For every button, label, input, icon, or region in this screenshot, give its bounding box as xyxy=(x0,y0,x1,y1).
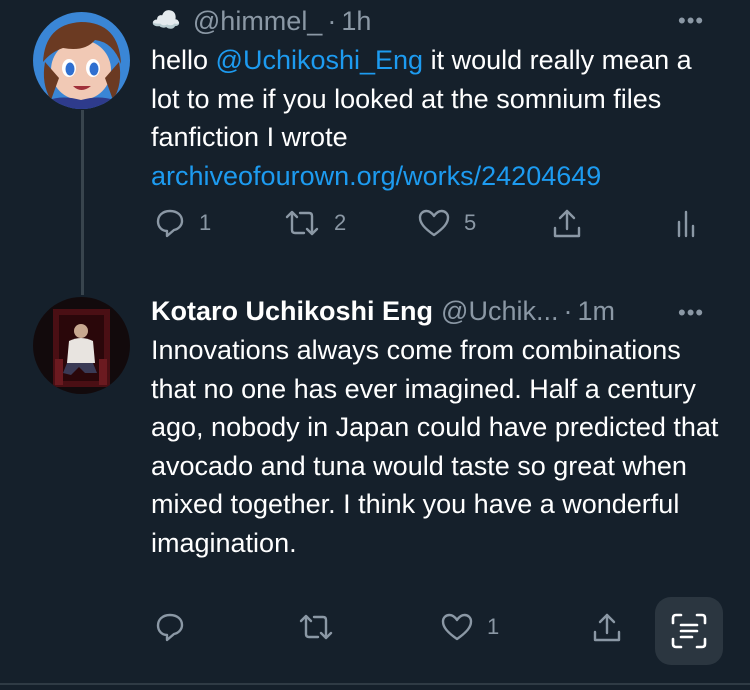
tweet2-timestamp[interactable]: 1m xyxy=(577,294,615,328)
reply-button[interactable]: 1 xyxy=(155,208,211,238)
retweet-button[interactable]: 2 xyxy=(284,208,346,238)
share-button[interactable] xyxy=(592,612,622,644)
share-button[interactable] xyxy=(552,208,582,240)
like-button[interactable]: 1 xyxy=(441,612,499,642)
like-icon xyxy=(441,613,473,641)
tweet1-timestamp[interactable]: 1h xyxy=(341,4,371,38)
analytics-button[interactable] xyxy=(676,208,698,238)
retweet-icon xyxy=(299,614,333,640)
like-count: 1 xyxy=(487,614,500,639)
like-button[interactable]: 5 xyxy=(418,208,476,238)
tweet1-actions: 1 2 5 xyxy=(0,208,750,248)
share-icon xyxy=(553,209,581,238)
thread-connector xyxy=(81,110,84,295)
text-scan-button[interactable] xyxy=(655,597,723,665)
tweet1-text: hello @Uchikoshi_Eng it would really mea… xyxy=(151,41,721,195)
avatar-kotaro[interactable] xyxy=(33,297,130,394)
tweet2-more-icon[interactable]: ••• xyxy=(678,302,704,324)
tweet1-mention[interactable]: @Uchikoshi_Eng xyxy=(216,45,424,75)
tweet1-handle[interactable]: @himmel_ xyxy=(193,4,322,38)
thread-view: ☁️ @himmel_ · 1h ••• hello @Uchikoshi_En… xyxy=(0,0,750,690)
cloud-emoji: ☁️ xyxy=(151,7,181,34)
share-icon xyxy=(593,613,621,642)
retweet-button[interactable] xyxy=(298,612,334,642)
avatar-himmel[interactable] xyxy=(33,12,130,109)
bottom-divider xyxy=(0,683,750,685)
tweet2-handle[interactable]: @Uchik... xyxy=(441,294,558,328)
text-scan-icon xyxy=(671,613,707,649)
retweet-icon xyxy=(285,210,319,236)
reply-button[interactable] xyxy=(155,612,185,642)
tweet2-author-name[interactable]: Kotaro Uchikoshi Eng xyxy=(151,294,433,328)
tweet2-header: Kotaro Uchikoshi Eng @Uchik... · 1m xyxy=(151,294,615,328)
reply-count: 1 xyxy=(199,210,212,235)
reply-icon xyxy=(156,209,184,238)
tweet1-more-icon[interactable]: ••• xyxy=(678,10,704,32)
analytics-icon xyxy=(677,210,695,238)
tweet2-actions: 1 xyxy=(0,612,750,652)
tweet1-separator: · xyxy=(327,6,337,36)
retweet-count: 2 xyxy=(334,210,347,235)
like-icon xyxy=(418,209,450,237)
tweet1-link[interactable]: archiveofourown.org/works/24204649 xyxy=(151,161,601,191)
tweet1-text-before: hello xyxy=(151,45,216,75)
tweet2-text: Innovations always come from combination… xyxy=(151,335,719,558)
like-count: 5 xyxy=(464,210,477,235)
reply-icon xyxy=(156,613,184,642)
tweet1-header: ☁️ @himmel_ · 1h xyxy=(151,4,371,38)
tweet2-separator: · xyxy=(563,296,573,326)
